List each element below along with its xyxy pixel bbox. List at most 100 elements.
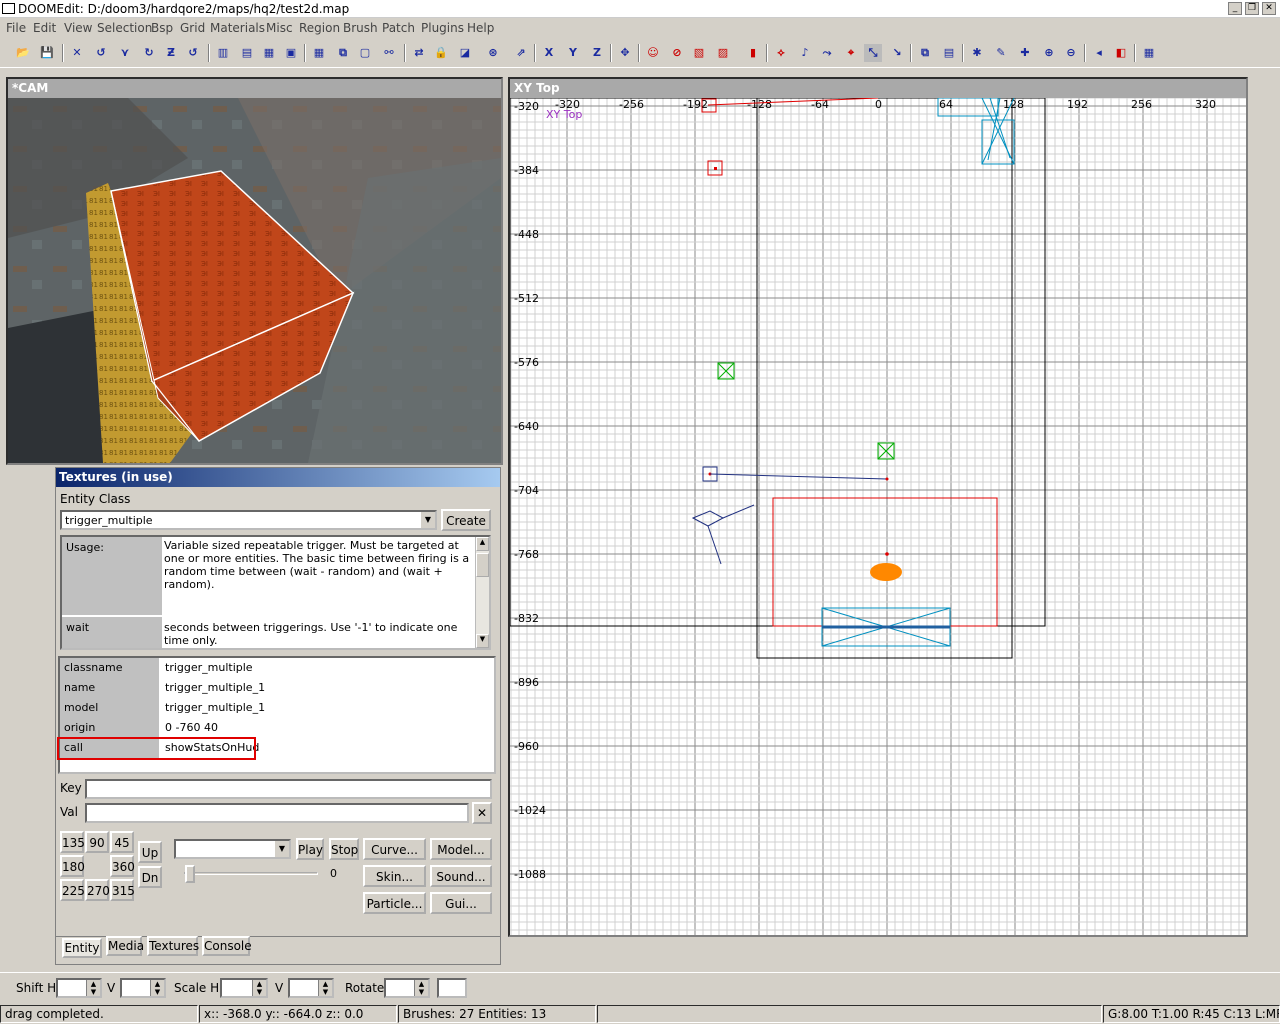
play-button[interactable]: Play (296, 838, 324, 860)
property-row[interactable]: origin 0 -760 40 (60, 718, 490, 738)
scroll-thumb[interactable] (476, 553, 489, 577)
angle-135-button[interactable]: 135 (60, 831, 85, 853)
menu-file[interactable]: File (6, 21, 26, 35)
rotate-z-icon[interactable]: ↺ (184, 44, 202, 62)
vertex-edit-icon[interactable]: ✱ (968, 44, 986, 62)
flip-x-icon[interactable]: ✕ (68, 44, 86, 62)
menu-help[interactable]: Help (467, 21, 494, 35)
up-button[interactable]: Up (138, 841, 162, 863)
menu-patch[interactable]: Patch (382, 21, 415, 35)
select-touching-icon[interactable]: ▤ (238, 44, 256, 62)
clipper-icon[interactable]: ⚯ (380, 44, 398, 62)
light-entity[interactable] (877, 442, 895, 460)
select-partial-icon[interactable]: ▦ (260, 44, 278, 62)
screenshot-icon[interactable]: ▦ (1140, 44, 1158, 62)
view-z-icon[interactable]: Z (588, 44, 606, 62)
minimize-button[interactable]: _ (1228, 2, 1242, 15)
spin-arrows-icon[interactable]: ▲ ▼ (318, 980, 332, 996)
rotate-step-input[interactable] (437, 978, 467, 998)
brush-icon[interactable]: ▧ (690, 44, 708, 62)
target-icon[interactable]: ⌖ (842, 44, 860, 62)
stop-button[interactable]: Stop (329, 838, 359, 860)
camera-preview-icon[interactable]: ◪ (456, 44, 474, 62)
curve-icon[interactable]: ⟡ (772, 44, 790, 62)
sound-button[interactable]: Sound... (430, 865, 492, 887)
val-input[interactable] (85, 803, 469, 823)
frame-slider-track[interactable] (184, 872, 318, 875)
csg-merge-icon[interactable]: ⧉ (334, 44, 352, 62)
menu-grid[interactable]: Grid (180, 21, 205, 35)
menu-bsp[interactable]: Bsp (151, 21, 173, 35)
open-icon[interactable]: 📂 (14, 44, 32, 62)
spin-arrows-icon[interactable]: ▲ ▼ (252, 980, 266, 996)
select-mode-icon[interactable]: ⤡ (864, 44, 882, 62)
scale-icon[interactable]: ⇗ (512, 44, 530, 62)
sound-icon[interactable]: ♪ (796, 44, 814, 62)
spin-arrows-icon[interactable]: ▲ ▼ (150, 980, 164, 996)
entity-class-select[interactable]: trigger_multiple ▼ (60, 510, 437, 530)
rotate-x-icon[interactable]: ↺ (92, 44, 110, 62)
entity-help-list[interactable]: Usage: Variable sized repeatable trigger… (60, 535, 491, 650)
brush-mesh[interactable] (821, 607, 951, 647)
frame-slider-thumb[interactable] (185, 865, 195, 883)
skin-button[interactable]: Skin... (363, 865, 426, 887)
change-views-icon[interactable]: ⇄ (410, 44, 428, 62)
flip-z-icon[interactable]: Ƶ (162, 44, 180, 62)
camera-viewport[interactable]: *CAM ЭI 81 (6, 77, 503, 465)
hollow-icon[interactable]: ▢ (356, 44, 374, 62)
scroll-up-icon[interactable]: ▲ (476, 537, 489, 551)
angle-225-button[interactable]: 225 (60, 879, 85, 901)
player-start-entity[interactable] (870, 563, 902, 581)
bookmark-icon[interactable]: ◧ (1112, 44, 1130, 62)
menu-selection[interactable]: Selection (97, 21, 152, 35)
create-button[interactable]: Create (441, 509, 491, 531)
key-input[interactable] (85, 779, 492, 799)
angle-270-button[interactable]: 270 (85, 879, 110, 901)
tab-console[interactable]: Console (202, 936, 252, 956)
menu-misc[interactable]: Misc (266, 21, 293, 35)
drag-move-icon[interactable]: ✥ (616, 44, 634, 62)
model-button[interactable]: Model... (430, 838, 492, 860)
down-button[interactable]: Dn (138, 866, 162, 888)
tab-media[interactable]: Media (106, 936, 144, 956)
animation-select[interactable]: ▼ (174, 839, 291, 859)
angle-45-button[interactable]: 45 (110, 831, 134, 853)
angle-360-button[interactable]: 360 (110, 855, 135, 877)
angle-315-button[interactable]: 315 (110, 879, 135, 901)
restore-button[interactable]: ❐ (1245, 2, 1259, 15)
scale-h-spinner[interactable]: ▲ ▼ (220, 978, 268, 998)
menu-region[interactable]: Region (299, 21, 340, 35)
shift-v-spinner[interactable]: ▲ ▼ (120, 978, 166, 998)
rotate-y-icon[interactable]: ↻ (140, 44, 158, 62)
curve-button[interactable]: Curve... (363, 838, 426, 860)
delete-icon[interactable]: ⊖ (1062, 44, 1080, 62)
light-icon[interactable]: ▮ (744, 44, 762, 62)
menu-view[interactable]: View (64, 21, 92, 35)
camera-scene[interactable]: ЭI 81 (8, 98, 501, 463)
select-complete-icon[interactable]: ▥ (214, 44, 232, 62)
property-row[interactable]: model trigger_multiple_1 (60, 698, 490, 718)
cursor-icon[interactable]: ↘ (888, 44, 906, 62)
shift-h-spinner[interactable]: ▲ ▼ (56, 978, 102, 998)
spin-arrows-icon[interactable]: ▲ ▼ (414, 980, 428, 996)
spin-arrows-icon[interactable]: ▲ ▼ (86, 980, 100, 996)
property-row[interactable]: classname trigger_multiple (60, 658, 490, 678)
back-icon[interactable]: ◂ (1090, 44, 1108, 62)
chevron-down-icon[interactable]: ▼ (421, 512, 435, 528)
particle-button[interactable]: Particle... (363, 892, 426, 914)
view-y-icon[interactable]: Y (564, 44, 582, 62)
view-x-icon[interactable]: X (540, 44, 558, 62)
entity-icon[interactable]: ☺ (644, 44, 662, 62)
entity-list-icon[interactable]: ▤ (940, 44, 958, 62)
layers-icon[interactable]: ⧉ (916, 44, 934, 62)
xy-viewport[interactable]: XY Top -320 -256 -192 -128 -64 0 64 128 192 256 32… (508, 77, 1248, 937)
csg-subtract-icon[interactable]: ▦ (310, 44, 328, 62)
tab-entity[interactable]: Entity (62, 938, 102, 958)
menu-edit[interactable]: Edit (33, 21, 56, 35)
gui-button[interactable]: Gui... (430, 892, 492, 914)
patch-icon[interactable]: ▨ (714, 44, 732, 62)
select-inside-icon[interactable]: ▣ (282, 44, 300, 62)
no-entity-icon[interactable]: ⊘ (668, 44, 686, 62)
texture-lock-icon[interactable]: 🔒 (432, 44, 450, 62)
save-icon[interactable]: 💾 (38, 44, 56, 62)
